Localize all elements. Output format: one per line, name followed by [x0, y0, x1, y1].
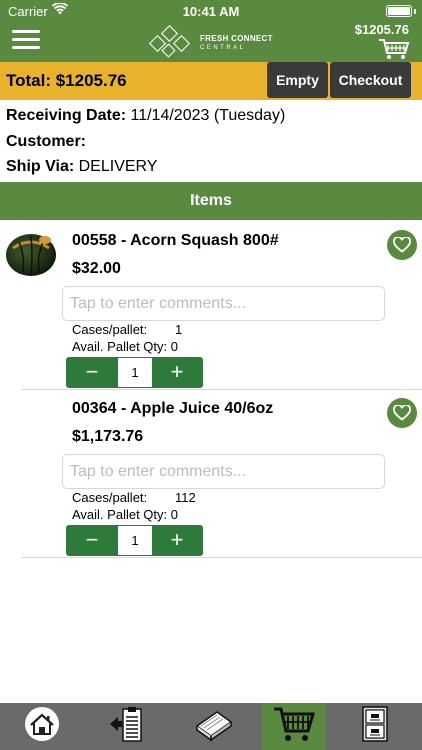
- book-icon: [193, 706, 235, 747]
- battery-icon: [386, 5, 412, 17]
- ship-via-label: Ship Via:: [6, 158, 75, 175]
- item-comments-input[interactable]: [62, 454, 385, 489]
- header-cart-total: $1205.76: [354, 22, 409, 37]
- status-bar: Carrier 10:41 AM: [0, 0, 422, 22]
- app-header: Carrier 10:41 AM FRESH CONNECT CENTRAL $…: [0, 0, 422, 62]
- item-title: 00364 - Apple Juice 40/6oz: [72, 400, 274, 417]
- cases-per-pallet-label: Cases/pallet:: [72, 322, 148, 337]
- order-total: Total: $1205.76: [6, 71, 127, 90]
- cases-per-pallet-value: 112: [175, 490, 196, 505]
- item-price: $1,173.76: [72, 428, 144, 445]
- cases-per-pallet: Cases/pallet: 1: [72, 322, 182, 337]
- logo-text-primary: FRESH CONNECT: [200, 34, 273, 43]
- bottom-tab-bar: [0, 703, 422, 750]
- clipboard-icon: [106, 704, 146, 749]
- cart-icon[interactable]: [378, 38, 410, 60]
- tab-catalog[interactable]: [168, 703, 260, 750]
- cart-item: 00364 - Apple Juice 40/6oz $1,173.76 Cas…: [0, 390, 422, 558]
- receiving-date-label: Receiving Date:: [6, 107, 127, 124]
- quantity-stepper: − 1 +: [66, 357, 203, 388]
- customer-row: Customer:: [6, 133, 86, 151]
- battery-nub: [414, 9, 416, 14]
- increase-quantity-button[interactable]: +: [152, 526, 202, 555]
- cart-item: 00558 - Acorn Squash 800# $32.00 Cases/p…: [0, 222, 422, 390]
- increase-quantity-button[interactable]: +: [152, 358, 202, 387]
- cart-icon: [272, 704, 316, 749]
- item-divider: [22, 557, 422, 558]
- ship-via-row: Ship Via: DELIVERY: [6, 158, 157, 176]
- cases-per-pallet: Cases/pallet: 112: [72, 490, 196, 505]
- receiving-date-row: Receiving Date: 11/14/2023 (Tuesday): [6, 107, 285, 125]
- decrease-quantity-button[interactable]: −: [67, 358, 117, 387]
- tab-cart[interactable]: [262, 703, 326, 750]
- file-cabinet-icon: [361, 705, 389, 748]
- quantity-value[interactable]: 1: [118, 358, 152, 387]
- receiving-date-value: 11/14/2023 (Tuesday): [130, 107, 286, 124]
- tab-home[interactable]: [0, 703, 84, 750]
- logo-mark-icon: [148, 24, 191, 58]
- app-logo: FRESH CONNECT CENTRAL: [146, 24, 276, 58]
- avail-pallet-qty: Avail. Pallet Qty: 0: [72, 507, 178, 522]
- checkout-button[interactable]: Checkout: [330, 62, 411, 98]
- product-image: [5, 228, 57, 283]
- cases-per-pallet-value: 1: [175, 322, 183, 337]
- empty-cart-button[interactable]: Empty: [267, 62, 328, 98]
- avail-pallet-qty: Avail. Pallet Qty: 0: [72, 339, 178, 354]
- item-price: $32.00: [72, 260, 121, 277]
- decrease-quantity-button[interactable]: −: [67, 526, 117, 555]
- favorite-heart-icon[interactable]: [387, 230, 417, 260]
- quantity-value[interactable]: 1: [118, 526, 152, 555]
- items-section-header: Items: [0, 182, 422, 220]
- clock: 10:41 AM: [182, 4, 240, 19]
- tab-orders[interactable]: [84, 703, 168, 750]
- favorite-heart-icon[interactable]: [387, 398, 417, 428]
- tab-history[interactable]: [328, 703, 422, 750]
- item-title: 00558 - Acorn Squash 800#: [72, 232, 279, 249]
- home-icon: [24, 706, 60, 747]
- menu-icon[interactable]: [12, 30, 40, 50]
- customer-label: Customer:: [6, 133, 87, 150]
- item-comments-input[interactable]: [62, 286, 385, 321]
- cases-per-pallet-label: Cases/pallet:: [72, 490, 148, 505]
- quantity-stepper: − 1 +: [66, 525, 203, 556]
- ship-via-value: DELIVERY: [78, 158, 158, 175]
- logo-text-secondary: CENTRAL: [200, 45, 246, 51]
